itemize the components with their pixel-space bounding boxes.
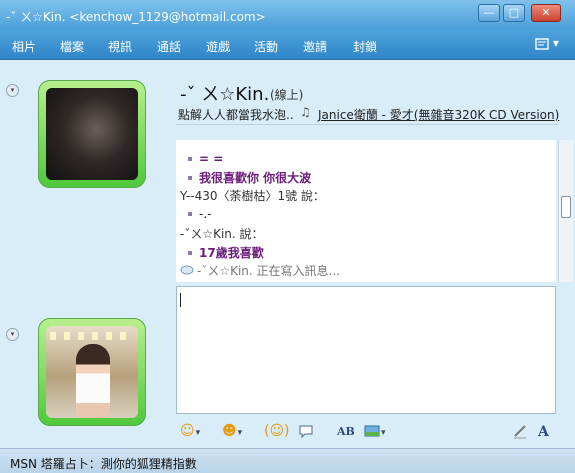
wink-icon: ☻ (222, 423, 237, 439)
sender-line: Y--430〈荼樹枯〉1號 說： (180, 189, 325, 203)
menu-item-activities[interactable]: 活動 (254, 38, 278, 55)
music-note-icon: ♫ (300, 105, 311, 119)
contact-name: -ˇ ㄨ☆Kin. (180, 84, 270, 105)
emoticon-button[interactable]: ☺▾ (180, 420, 200, 442)
status-bar: MSN 塔羅占卜：測你的狐狸精指數 (0, 448, 575, 473)
message-line: -.- (180, 207, 211, 221)
wink-button[interactable]: ☻▾ (222, 420, 242, 442)
nudge-button[interactable]: (☺) (264, 420, 290, 442)
message-line: = = (180, 152, 223, 166)
close-button[interactable]: ✕ (531, 4, 561, 22)
conversation-history[interactable]: = = 我很喜歡你 你很大波 Y--430〈荼樹枯〉1號 說： -.- -ˇㄨ☆… (176, 140, 556, 282)
speech-bubble-icon (299, 425, 313, 439)
pen-icon (514, 425, 526, 439)
input-toolbar: ☺▾ ☻▾ (☺) AB ▾ A (176, 416, 558, 446)
collapse-contact-button[interactable]: ▾ (6, 84, 19, 97)
voice-clip-button[interactable] (298, 420, 314, 442)
personal-message: 點解人人都當我水泡.. (178, 108, 294, 122)
text-mode-button[interactable]: A (536, 420, 552, 442)
toolbar-options-icon (535, 37, 549, 50)
smiley-icon: ☺ (180, 423, 195, 439)
menu-item-photos[interactable]: 相片 (12, 38, 36, 55)
contact-avatar[interactable] (38, 80, 146, 188)
message-line: 17歲我喜歡 (180, 244, 264, 261)
self-avatar[interactable] (38, 318, 146, 426)
font-button[interactable]: AB (336, 420, 355, 442)
contact-display-picture (46, 88, 138, 180)
conversation-scrollbar[interactable] (558, 140, 573, 282)
text-caret (180, 293, 181, 307)
scrollbar-thumb[interactable] (561, 196, 571, 218)
self-display-picture (46, 326, 138, 418)
svg-text:AB: AB (336, 425, 354, 438)
svg-text:A: A (537, 424, 550, 439)
minimize-button[interactable]: — (478, 4, 500, 22)
collapse-self-button[interactable]: ▾ (6, 328, 19, 341)
nudge-icon: (☺) (264, 423, 290, 439)
menu-item-invite[interactable]: 邀請 (303, 38, 327, 55)
contact-status: (線上) (270, 88, 304, 102)
message-line: 我很喜歡你 你很大波 (180, 169, 311, 186)
sender-line: -ˇㄨ☆Kin. 說： (180, 227, 264, 241)
background-button[interactable]: ▾ (364, 420, 386, 442)
menu-bar: 相片 檔案 視訊 通話 遊戲 活動 邀請 封鎖 ▾ (0, 30, 575, 60)
menu-item-games[interactable]: 遊戲 (206, 38, 230, 55)
title-bar: -ˇ ㄨ☆Kin. <kenchow_1129@hotmail.com> — □… (0, 0, 575, 30)
font-ab-icon: AB (336, 425, 355, 438)
menu-more-dropdown[interactable]: ▾ (535, 36, 563, 54)
window-title: -ˇ ㄨ☆Kin. <kenchow_1129@hotmail.com> (6, 10, 266, 24)
message-input[interactable] (176, 286, 556, 414)
now-playing-link[interactable]: Janice衛蘭 - 愛才(無雜音320K CD Version) (318, 106, 559, 123)
letter-a-icon: A (537, 424, 550, 440)
typing-bubble-icon (180, 265, 194, 275)
typing-indicator: -ˇㄨ☆Kin. 正在寫入訊息... (180, 262, 340, 279)
menu-item-call[interactable]: 通話 (157, 38, 181, 55)
menu-item-files[interactable]: 檔案 (60, 38, 84, 55)
menu-item-video[interactable]: 視訊 (108, 38, 132, 55)
maximize-button[interactable]: □ (503, 4, 525, 22)
chevron-down-icon: ▾ (552, 36, 559, 50)
tarot-link[interactable]: MSN 塔羅占卜：測你的狐狸精指數 (10, 455, 197, 472)
background-picture-icon (364, 425, 380, 437)
handwriting-button[interactable] (512, 420, 528, 442)
header-divider (176, 124, 558, 125)
menu-item-block[interactable]: 封鎖 (353, 38, 377, 55)
